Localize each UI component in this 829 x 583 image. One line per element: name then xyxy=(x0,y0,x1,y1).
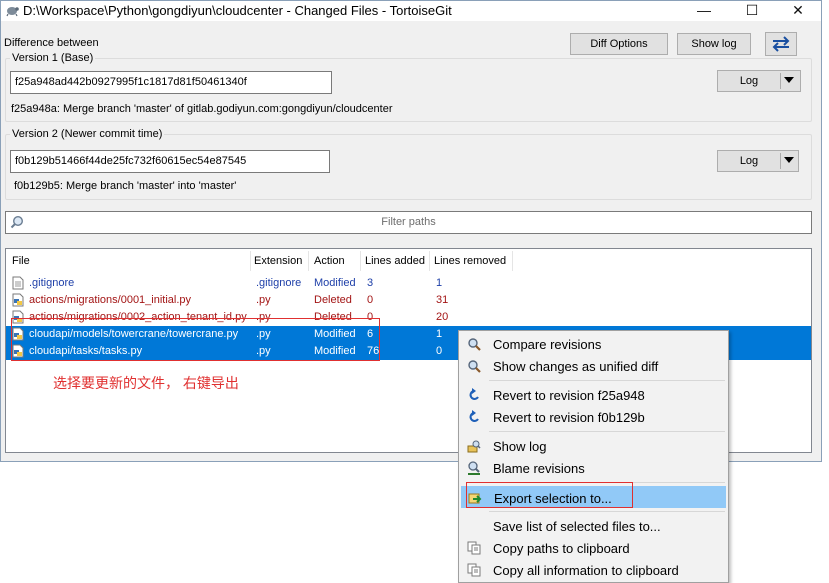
dropdown-arrow-icon[interactable] xyxy=(784,157,794,163)
title-bar[interactable]: D:\Workspace\Python\gongdiyun\cloudcente… xyxy=(1,1,821,21)
cell-lines-added: 0 xyxy=(367,294,374,306)
menu-item-blame-revisions[interactable]: Blame revisions xyxy=(461,457,726,479)
difference-label: Difference between xyxy=(4,37,99,49)
dropdown-arrow-icon[interactable] xyxy=(784,77,794,83)
table-row[interactable]: actions/migrations/0001_initial.py .py Del… xyxy=(6,292,811,309)
version1-commit-message: f25a948a: Merge branch 'master' of gitla… xyxy=(11,103,393,115)
cell-file: actions/migrations/0001_initial.py xyxy=(29,294,192,306)
column-extension[interactable]: Extension xyxy=(254,255,302,267)
column-lines-added[interactable]: Lines added xyxy=(365,255,425,267)
cell-lines-removed: 20 xyxy=(436,311,449,323)
swap-arrows-icon xyxy=(772,36,790,52)
context-menu: Compare revisions Show changes as unifie… xyxy=(458,330,729,583)
minimize-button[interactable]: — xyxy=(681,1,727,21)
cell-action: Modified xyxy=(314,277,356,289)
cell-action: Deleted xyxy=(314,294,352,306)
version2-hash-field[interactable]: f0b129b51466f44de25fc732f60615ec54e87545 xyxy=(10,150,330,173)
menu-item-compare-revisions[interactable]: Compare revisions xyxy=(461,333,726,355)
version1-log-button[interactable]: Log xyxy=(717,70,801,92)
filter-paths-input[interactable]: Filter paths xyxy=(5,211,812,234)
menu-item-copy-all-info[interactable]: Copy all information to clipboard xyxy=(461,559,726,581)
menu-item-revert-f25a948[interactable]: Revert to revision f25a948 xyxy=(461,384,726,406)
cell-lines-removed: 0 xyxy=(436,345,443,357)
revert-icon xyxy=(469,410,479,422)
log-icon xyxy=(467,440,481,453)
version2-group-title: Version 2 (Newer commit time) xyxy=(10,128,165,140)
menu-item-copy-paths[interactable]: Copy paths to clipboard xyxy=(461,537,726,559)
column-action[interactable]: Action xyxy=(314,255,345,267)
magnifier-icon xyxy=(468,338,481,351)
cell-lines-removed: 1 xyxy=(436,328,443,340)
version2-commit-message: f0b129b5: Merge branch 'master' into 'ma… xyxy=(14,180,237,192)
swap-versions-button[interactable] xyxy=(765,32,797,56)
column-file[interactable]: File xyxy=(12,255,30,267)
menu-item-show-log[interactable]: Show log xyxy=(461,435,726,457)
menu-item-show-unified-diff[interactable]: Show changes as unified diff xyxy=(461,355,726,377)
version1-log-label: Log xyxy=(739,75,759,87)
menu-item-save-list[interactable]: Save list of selected files to... xyxy=(461,515,726,537)
cell-file: .gitignore xyxy=(29,277,75,289)
tortoisegit-icon xyxy=(6,7,19,17)
text-file-icon xyxy=(12,276,24,290)
maximize-button[interactable]: ☐ xyxy=(729,1,775,21)
close-button[interactable]: ✕ xyxy=(775,1,821,21)
table-row[interactable]: .gitignore .gitignore Modified 3 1 xyxy=(6,275,811,292)
cell-extension: .gitignore xyxy=(256,277,302,289)
selection-annotation-box xyxy=(11,318,380,361)
export-annotation-box xyxy=(466,482,633,508)
version1-group: Version 1 (Base) f25a948ad442b0927995f1c… xyxy=(5,52,812,122)
python-file-icon xyxy=(12,293,24,307)
version2-log-button[interactable]: Log xyxy=(717,150,799,172)
window-title: D:\Workspace\Python\gongdiyun\cloudcente… xyxy=(23,3,452,18)
menu-item-revert-f0b129b[interactable]: Revert to revision f0b129b xyxy=(461,406,726,428)
cell-lines-removed: 31 xyxy=(436,294,449,306)
annotation-text: 选择要更新的文件， 右键导出 xyxy=(53,375,239,391)
show-log-button[interactable]: Show log xyxy=(677,33,751,55)
revert-icon xyxy=(469,388,479,400)
cell-lines-removed: 1 xyxy=(436,277,443,289)
version2-group: Version 2 (Newer commit time) f0b129b514… xyxy=(5,128,812,200)
diff-options-button[interactable]: Diff Options xyxy=(570,33,668,55)
cell-lines-added: 3 xyxy=(367,277,374,289)
filter-placeholder: Filter paths xyxy=(381,216,436,228)
version1-group-title: Version 1 (Base) xyxy=(10,52,96,64)
column-lines-removed[interactable]: Lines removed xyxy=(434,255,506,267)
copy-icon xyxy=(467,541,481,555)
copy-icon xyxy=(467,563,481,577)
blame-icon xyxy=(468,461,480,475)
magnifier-icon xyxy=(468,360,481,373)
version2-log-label: Log xyxy=(739,155,759,167)
version1-hash-field[interactable]: f25a948ad442b0927995f1c1817d81f50461340f xyxy=(10,71,332,94)
cell-extension: .py xyxy=(256,294,271,306)
